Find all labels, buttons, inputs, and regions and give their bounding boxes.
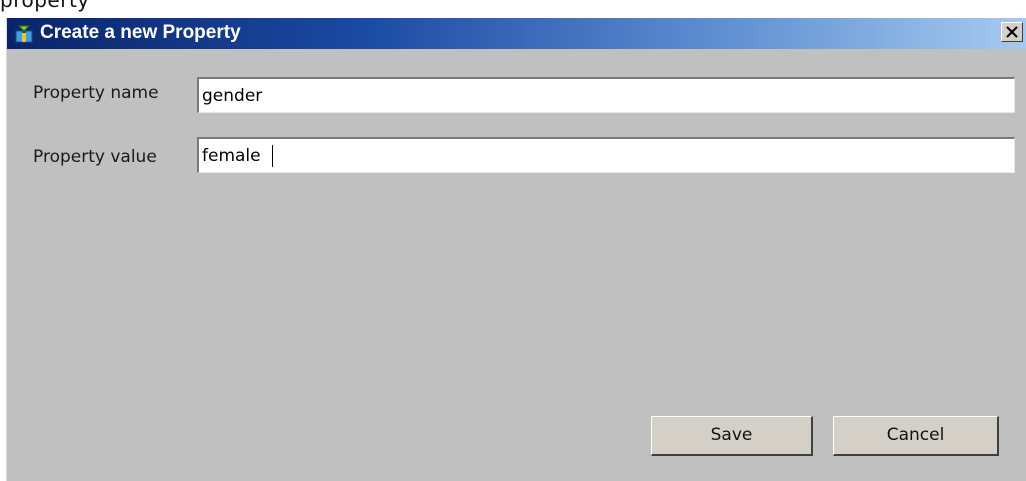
property-value-label: Property value: [33, 147, 157, 167]
property-name-label: Property name: [33, 83, 159, 103]
app-window-icon: [15, 25, 33, 43]
cancel-button[interactable]: Cancel: [833, 416, 999, 456]
close-icon: [1006, 26, 1018, 38]
property-value-input[interactable]: [197, 137, 1015, 173]
partial-header-text: property: [0, 0, 1026, 18]
dialog-title: Create a new Property: [40, 22, 241, 43]
text-caret: [272, 145, 273, 167]
title-bar[interactable]: Create a new Property: [7, 18, 1026, 49]
save-button[interactable]: Save: [651, 416, 813, 456]
close-button[interactable]: [1001, 22, 1023, 42]
property-name-input[interactable]: [197, 77, 1015, 113]
create-property-dialog: Create a new Property Property name Prop…: [6, 18, 1026, 481]
cut-off-text: property: [0, 0, 90, 12]
